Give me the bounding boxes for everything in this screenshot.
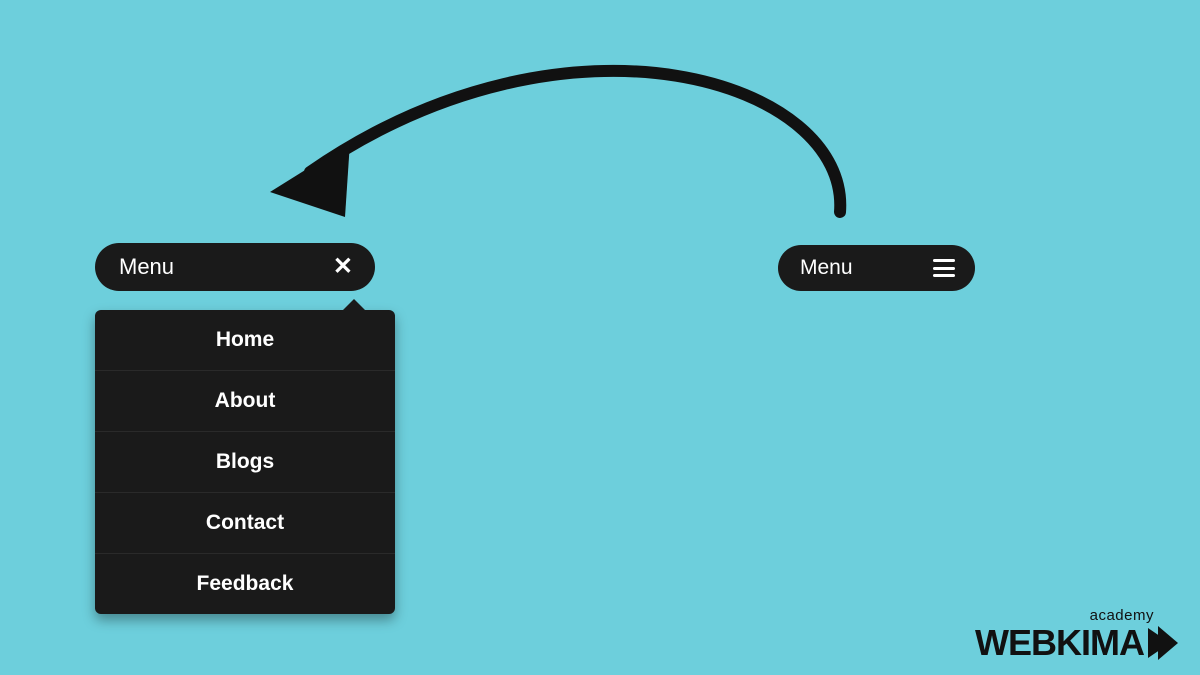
logo-subtext: academy bbox=[975, 608, 1178, 623]
menu-dropdown: Home About Blogs Contact Feedback bbox=[95, 310, 395, 614]
menu-open-pill[interactable]: Menu ✕ bbox=[95, 243, 375, 291]
hamburger-icon[interactable] bbox=[933, 259, 955, 277]
menu-item-blogs[interactable]: Blogs bbox=[95, 432, 395, 493]
menu-item-about[interactable]: About bbox=[95, 371, 395, 432]
brand-logo: academy WEBKIMA bbox=[975, 608, 1178, 661]
logo-mark-icon bbox=[1148, 626, 1178, 660]
menu-open-label: Menu bbox=[119, 254, 174, 280]
menu-item-contact[interactable]: Contact bbox=[95, 493, 395, 554]
close-icon[interactable]: ✕ bbox=[333, 255, 353, 279]
menu-item-home[interactable]: Home bbox=[95, 310, 395, 371]
menu-collapsed-pill[interactable]: Menu bbox=[778, 245, 975, 291]
menu-collapsed-label: Menu bbox=[800, 256, 853, 280]
arrow-illustration bbox=[250, 22, 890, 242]
logo-text: WEBKIMA bbox=[975, 625, 1144, 661]
menu-item-feedback[interactable]: Feedback bbox=[95, 554, 395, 614]
